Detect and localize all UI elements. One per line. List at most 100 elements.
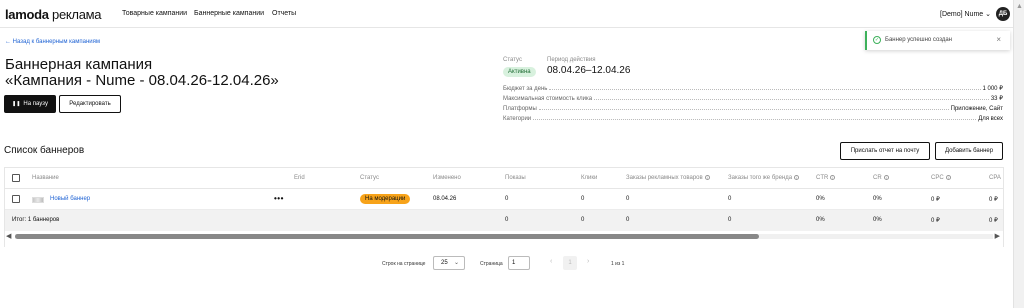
col-orders-ad[interactable]: Заказы рекламных товаров i	[626, 175, 710, 181]
table-row[interactable]: Новый баннер ••• На модерации 08.04.26 0…	[5, 189, 1003, 210]
col-ctr-label: CTR	[816, 175, 829, 181]
toast-message: Баннер успешно создан	[885, 37, 952, 43]
col-erid[interactable]: Erid	[294, 175, 305, 181]
pause-button-label: На паузу	[23, 101, 48, 107]
banners-title: Список баннеров	[4, 145, 85, 156]
check-circle-icon: ✓	[873, 36, 881, 44]
table-horizontal-scrollbar[interactable]: ◀ ▶	[5, 231, 1003, 242]
chevron-down-icon: ⌄	[985, 11, 992, 18]
rows-per-page-select[interactable]: 25 ⌄	[433, 256, 465, 270]
next-page-icon[interactable]: ›	[587, 258, 589, 265]
banner-name-link[interactable]: Новый баннер	[50, 196, 90, 202]
detail-max-cpc: Максимальная стоимость клика 33 ₽	[503, 93, 1003, 102]
page-label: Страница	[480, 261, 503, 267]
logo-suffix: реклама	[52, 7, 102, 22]
col-cr[interactable]: CR i	[873, 175, 889, 181]
scroll-left-icon[interactable]: ◀	[6, 232, 11, 240]
back-link[interactable]: ← Назад к баннерным кампаниям	[5, 39, 100, 45]
detail-budget: Бюджет за день 1 000 ₽	[503, 83, 1003, 92]
total-ctr: 0%	[816, 217, 825, 223]
col-name[interactable]: Название	[32, 175, 59, 181]
detail-value: Приложение, Сайт	[950, 106, 1003, 112]
cell-orders-brand: 0	[728, 196, 732, 202]
detail-key: Бюджет за день	[503, 86, 548, 92]
page-title-line1: Баннерная кампания	[5, 56, 153, 73]
banner-thumbnail	[32, 197, 44, 203]
col-orders-brand-label: Заказы того же бренда	[728, 175, 793, 181]
table-total-row: Итог: 1 баннеров 0 0 0 0 0% 0% 0 ₽ 0 ₽	[5, 210, 1003, 231]
total-clicks: 0	[581, 217, 585, 223]
success-toast: ✓ Баннер успешно создан ×	[865, 31, 1010, 50]
avatar[interactable]: ДБ	[996, 7, 1010, 21]
page-title: Баннерная кампания «Кампания - Nume - 08…	[5, 57, 279, 89]
total-cpa: 0 ₽	[989, 218, 998, 224]
col-cpa[interactable]: CPA	[989, 175, 1001, 181]
logo-brand: lamoda	[5, 7, 49, 22]
top-bar: lamoda реклама Товарные кампании Баннерн…	[0, 0, 1013, 28]
nav-banner-campaigns[interactable]: Баннерные кампании	[194, 10, 264, 17]
page-input-value: 1	[512, 260, 516, 266]
pause-icon: ❚❚	[12, 101, 21, 107]
banners-table: Название Erid Статус Изменено Показы Кли…	[4, 167, 1004, 247]
chevron-down-icon: ⌄	[453, 260, 459, 266]
col-status[interactable]: Статус	[360, 175, 379, 181]
col-clicks[interactable]: Клики	[581, 175, 597, 181]
detail-value: 1 000 ₽	[982, 86, 1004, 92]
total-orders-ad: 0	[626, 217, 630, 223]
pause-button[interactable]: ❚❚ На паузу	[4, 95, 56, 113]
col-cpc[interactable]: CPC i	[931, 175, 951, 181]
cell-cr: 0%	[873, 196, 882, 202]
info-icon[interactable]: i	[883, 175, 889, 180]
scroll-right-icon[interactable]: ▶	[995, 232, 1000, 240]
col-changed[interactable]: Изменено	[433, 175, 461, 181]
period-label: Период действия	[547, 57, 596, 63]
edit-button[interactable]: Редактировать	[59, 95, 121, 113]
nav-product-campaigns[interactable]: Товарные кампании	[122, 10, 187, 17]
col-shows[interactable]: Показы	[505, 175, 526, 181]
row-checkbox[interactable]	[12, 195, 20, 203]
select-all-checkbox[interactable]	[12, 174, 20, 182]
info-icon[interactable]: i	[830, 175, 836, 180]
col-ctr[interactable]: CTR i	[816, 175, 836, 181]
page-input[interactable]: 1	[508, 256, 530, 270]
table-header: Название Erid Статус Изменено Показы Кли…	[5, 168, 1003, 189]
add-banner-button[interactable]: Добавить баннер	[935, 142, 1003, 160]
total-orders-brand: 0	[728, 217, 732, 223]
cell-ctr: 0%	[816, 196, 825, 202]
current-page[interactable]: 1	[563, 256, 577, 270]
info-icon[interactable]: i	[945, 175, 951, 180]
close-icon[interactable]: ×	[996, 35, 1001, 44]
status-badge: Активна	[503, 67, 536, 77]
col-cr-label: CR	[873, 175, 882, 181]
prev-page-icon[interactable]: ‹	[550, 258, 552, 265]
rows-per-page-value: 25	[441, 260, 448, 266]
cell-cpc: 0 ₽	[931, 197, 940, 203]
period-value: 08.04.26–12.04.26	[547, 65, 631, 76]
total-cpc: 0 ₽	[931, 218, 940, 224]
info-icon[interactable]: i	[794, 175, 800, 180]
page-range: 1 из 1	[611, 261, 625, 267]
row-menu-icon[interactable]: •••	[274, 194, 284, 203]
page-title-line2: «Кампания - Nume - 08.04.26-12.04.26»	[5, 72, 279, 89]
page-scrollbar[interactable]: ▲	[1013, 0, 1024, 308]
info-icon[interactable]: i	[704, 175, 710, 180]
account-name: [Demo] Nume	[940, 11, 984, 18]
col-orders-ad-label: Заказы рекламных товаров	[626, 175, 703, 181]
detail-value: Для всех	[978, 116, 1003, 122]
nav-reports[interactable]: Отчеты	[272, 10, 296, 17]
account-switcher[interactable]: [Demo] Nume ⌄	[940, 10, 991, 18]
total-cr: 0%	[873, 217, 882, 223]
status-badge: На модерации	[360, 194, 411, 204]
cell-cpa: 0 ₽	[989, 197, 998, 203]
col-orders-brand[interactable]: Заказы того же бренда i	[728, 175, 800, 181]
scroll-thumb[interactable]	[15, 234, 759, 239]
cell-clicks: 0	[581, 196, 585, 202]
status-label: Статус	[503, 57, 522, 63]
send-report-button[interactable]: Прислать отчет на почту	[840, 142, 930, 160]
detail-key: Максимальная стоимость клика	[503, 96, 593, 102]
logo[interactable]: lamoda реклама	[5, 7, 102, 22]
scroll-up-icon[interactable]: ▲	[1016, 3, 1023, 10]
detail-key: Категории	[503, 116, 532, 122]
detail-key: Платформы	[503, 106, 537, 112]
total-label: Итог: 1 баннеров	[12, 217, 60, 223]
